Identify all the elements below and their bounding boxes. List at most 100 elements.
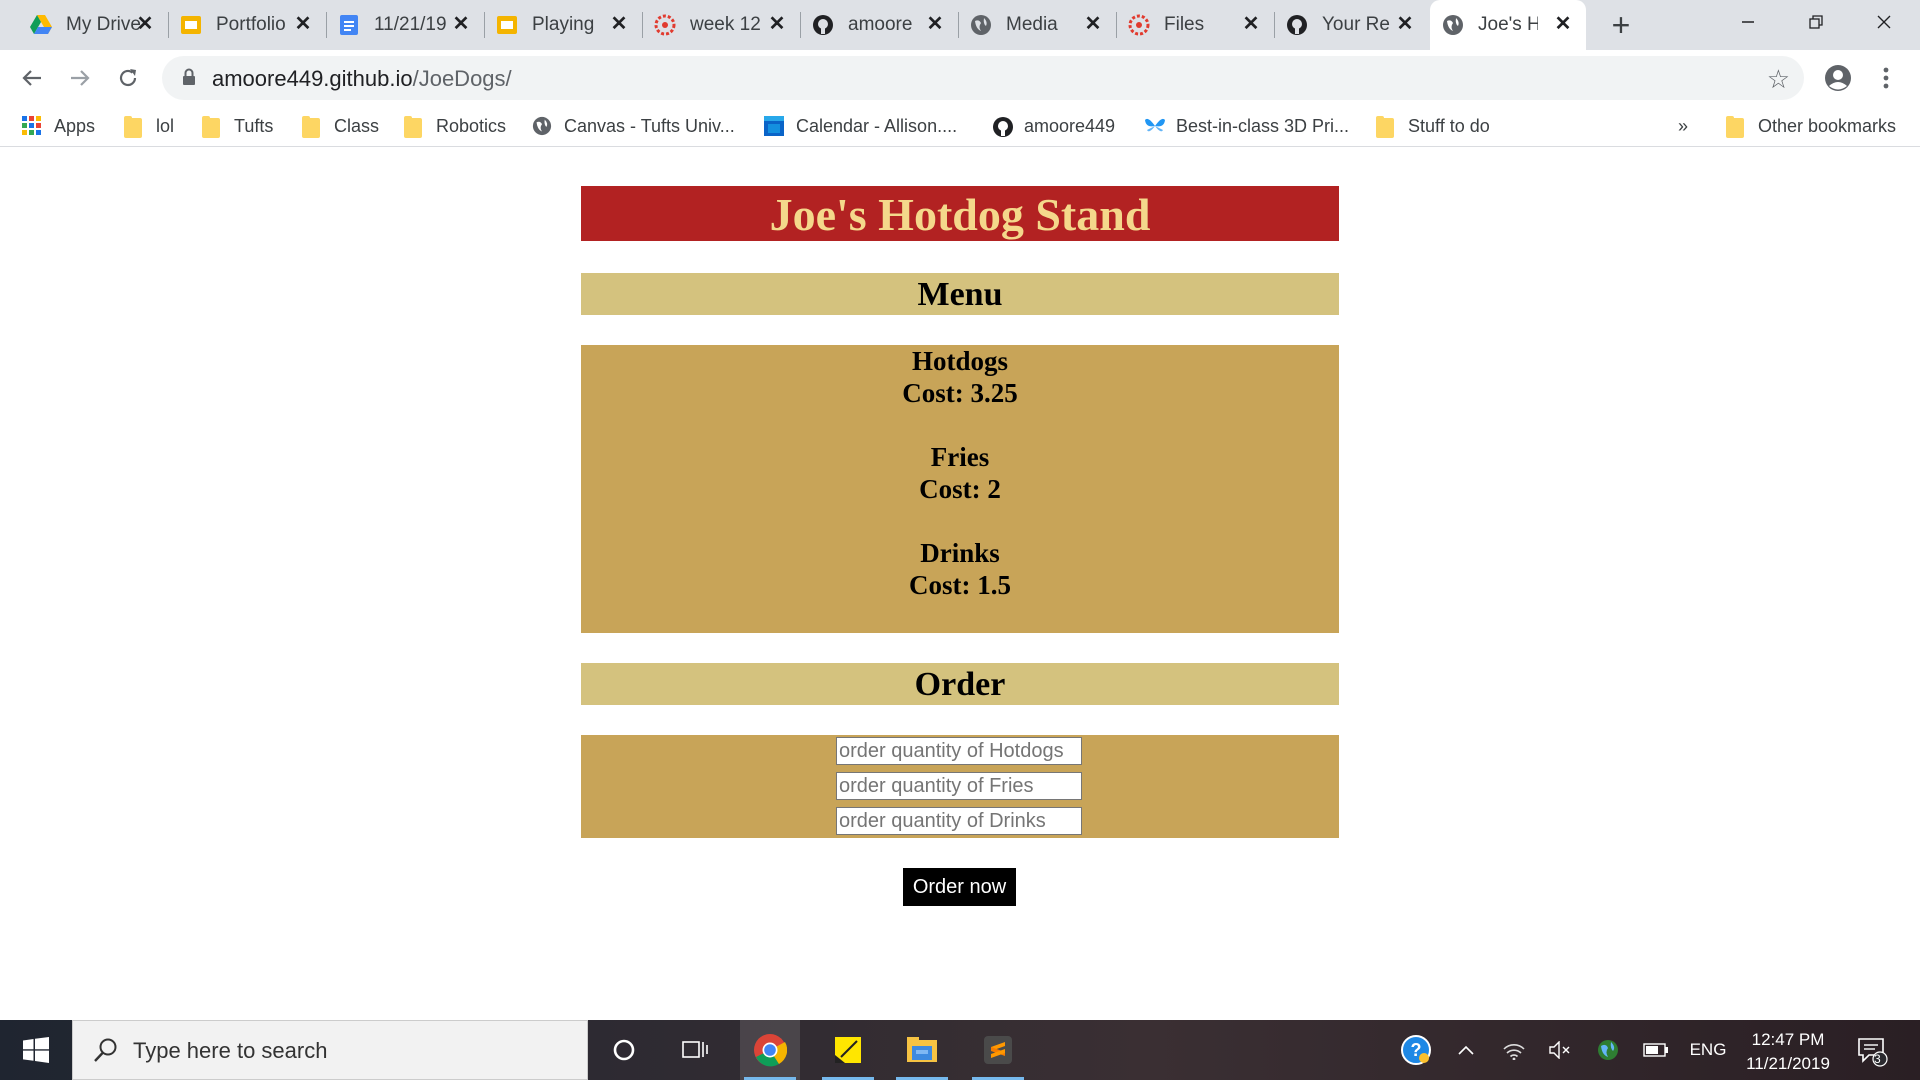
browser-toolbar: amoore449.github.io/JoeDogs/ ☆ xyxy=(0,50,1920,106)
tab-playing[interactable]: Playing ✕ xyxy=(484,0,643,50)
bookmarks-overflow-button[interactable]: » xyxy=(1678,112,1688,140)
folder-icon xyxy=(302,116,322,138)
close-tab-icon[interactable]: ✕ xyxy=(292,13,314,35)
taskbar-search-box[interactable]: Type here to search xyxy=(72,1020,588,1080)
github-icon xyxy=(992,116,1013,137)
network-globe-icon[interactable] xyxy=(1590,1020,1626,1080)
bookmark-tufts[interactable]: Tufts xyxy=(202,112,273,140)
bookmark-stuff-to-do[interactable]: Stuff to do xyxy=(1376,112,1490,140)
menu-item-name: Fries xyxy=(930,442,990,472)
bookmark-lol[interactable]: lol xyxy=(124,112,174,140)
folder-icon xyxy=(124,116,144,138)
tab-week-12[interactable]: week 12 ✕ xyxy=(642,0,801,50)
close-tab-icon[interactable]: ✕ xyxy=(1082,13,1104,35)
butterfly-icon xyxy=(1144,116,1165,136)
globe-icon xyxy=(970,14,992,36)
bookmark-apps[interactable]: Apps xyxy=(22,112,95,140)
wifi-icon[interactable] xyxy=(1496,1020,1532,1080)
bookmark-calendar[interactable]: Calendar - Allison.... xyxy=(764,112,957,140)
bookmark-3d-print[interactable]: Best-in-class 3D Pri... xyxy=(1144,112,1349,140)
browser-tab-strip: My Drive ✕ Portfolio ✕ 11/21/19 ✕ Playin… xyxy=(0,0,1920,50)
task-view-icon[interactable] xyxy=(665,1020,725,1080)
bookmark-robotics[interactable]: Robotics xyxy=(404,112,506,140)
menu-kebab-icon[interactable] xyxy=(1868,60,1904,96)
other-bookmarks[interactable]: Other bookmarks xyxy=(1726,112,1896,140)
globe-icon xyxy=(1442,14,1464,36)
volume-muted-icon[interactable] xyxy=(1542,1020,1578,1080)
menu-item-cost: Cost: 3.25 xyxy=(902,378,1018,408)
close-tab-icon[interactable]: ✕ xyxy=(450,13,472,35)
tab-media[interactable]: Media ✕ xyxy=(958,0,1117,50)
folder-icon xyxy=(1376,116,1396,138)
tab-my-drive[interactable]: My Drive ✕ xyxy=(18,0,169,50)
close-tab-icon[interactable]: ✕ xyxy=(924,13,946,35)
language-indicator[interactable]: ENG xyxy=(1684,1020,1732,1080)
sticky-notes-icon[interactable] xyxy=(818,1020,878,1080)
calendar-icon xyxy=(764,116,784,136)
globe-icon xyxy=(532,116,552,136)
canvas-icon xyxy=(654,14,676,36)
restore-icon[interactable] xyxy=(1784,0,1848,44)
forward-icon[interactable] xyxy=(62,60,98,96)
tab-your-repos[interactable]: Your Re ✕ xyxy=(1274,0,1428,50)
taskbar-clock[interactable]: 12:47 PM 11/21/2019 xyxy=(1736,1028,1840,1076)
close-tab-icon[interactable]: ✕ xyxy=(766,13,788,35)
github-icon xyxy=(1286,14,1308,36)
tab-files[interactable]: Files ✕ xyxy=(1116,0,1275,50)
search-icon xyxy=(93,1037,119,1068)
order-heading: Order xyxy=(581,663,1339,705)
reload-icon[interactable] xyxy=(110,60,146,96)
close-window-icon[interactable] xyxy=(1852,0,1916,44)
folder-icon xyxy=(1726,116,1746,138)
menu-heading: Menu xyxy=(581,273,1339,315)
profile-avatar-icon[interactable] xyxy=(1820,60,1856,96)
bookmark-canvas[interactable]: Canvas - Tufts Univ... xyxy=(532,112,735,140)
help-icon[interactable]: ? xyxy=(1396,1020,1436,1080)
page-content: Joe's Hotdog Stand Menu Hotdogs Cost: 3.… xyxy=(0,147,1920,1020)
tab-portfolio[interactable]: Portfolio ✕ xyxy=(168,0,327,50)
apps-grid-icon xyxy=(22,116,42,136)
windows-start-icon[interactable] xyxy=(0,1020,72,1080)
close-tab-icon[interactable]: ✕ xyxy=(1394,13,1416,35)
show-hidden-icons-icon[interactable] xyxy=(1448,1020,1484,1080)
close-tab-icon[interactable]: ✕ xyxy=(608,13,630,35)
minimize-icon[interactable] xyxy=(1716,0,1780,44)
back-icon[interactable] xyxy=(14,60,50,96)
new-tab-button[interactable]: + xyxy=(1604,8,1638,42)
slides-icon xyxy=(180,14,202,36)
slides-icon xyxy=(496,14,518,36)
lock-icon xyxy=(182,68,196,91)
close-tab-icon[interactable]: ✕ xyxy=(1240,13,1262,35)
chrome-taskbar-icon[interactable] xyxy=(740,1020,800,1080)
menu-item-cost: Cost: 2 xyxy=(919,474,1001,504)
battery-icon[interactable] xyxy=(1638,1020,1674,1080)
google-drive-icon xyxy=(30,14,52,36)
order-now-button[interactable]: Order now xyxy=(903,868,1016,906)
windows-taskbar: Type here to search ? ENG 12:47 PM 11/21… xyxy=(0,1020,1920,1080)
address-bar[interactable]: amoore449.github.io/JoeDogs/ ☆ xyxy=(162,56,1804,100)
menu-box: Hotdogs Cost: 3.25 Fries Cost: 2 Drinks … xyxy=(581,345,1339,633)
tab-amoore[interactable]: amoore ✕ xyxy=(800,0,959,50)
close-tab-icon[interactable]: ✕ xyxy=(1552,13,1574,35)
close-tab-icon[interactable]: ✕ xyxy=(134,13,156,35)
menu-item-cost: Cost: 1.5 xyxy=(909,570,1011,600)
hotdogs-quantity-input[interactable]: order quantity of Hotdogs xyxy=(836,737,1082,765)
fries-quantity-input[interactable]: order quantity of Fries xyxy=(836,772,1082,800)
file-explorer-icon[interactable] xyxy=(892,1020,952,1080)
sublime-text-icon[interactable] xyxy=(968,1020,1028,1080)
github-icon xyxy=(812,14,834,36)
canvas-icon xyxy=(1128,14,1150,36)
drinks-quantity-input[interactable]: order quantity of Drinks xyxy=(836,807,1082,835)
bookmark-class[interactable]: Class xyxy=(302,112,379,140)
bookmark-amoore449[interactable]: amoore449 xyxy=(992,112,1115,140)
notifications-icon[interactable]: 3 xyxy=(1850,1020,1894,1080)
url-text: amoore449.github.io/JoeDogs/ xyxy=(212,66,512,91)
bookmarks-bar: Apps lol Tufts Class Robotics Canvas - T… xyxy=(0,106,1920,147)
menu-item-name: Hotdogs xyxy=(911,346,1009,376)
tab-docs[interactable]: 11/21/19 ✕ xyxy=(326,0,485,50)
bookmark-star-icon[interactable]: ☆ xyxy=(1767,64,1790,95)
folder-icon xyxy=(202,116,222,138)
order-form: order quantity of Hotdogs order quantity… xyxy=(581,735,1339,838)
cortana-icon[interactable] xyxy=(594,1020,654,1080)
tab-joes-hotdogs[interactable]: Joe's H ✕ xyxy=(1430,0,1586,50)
